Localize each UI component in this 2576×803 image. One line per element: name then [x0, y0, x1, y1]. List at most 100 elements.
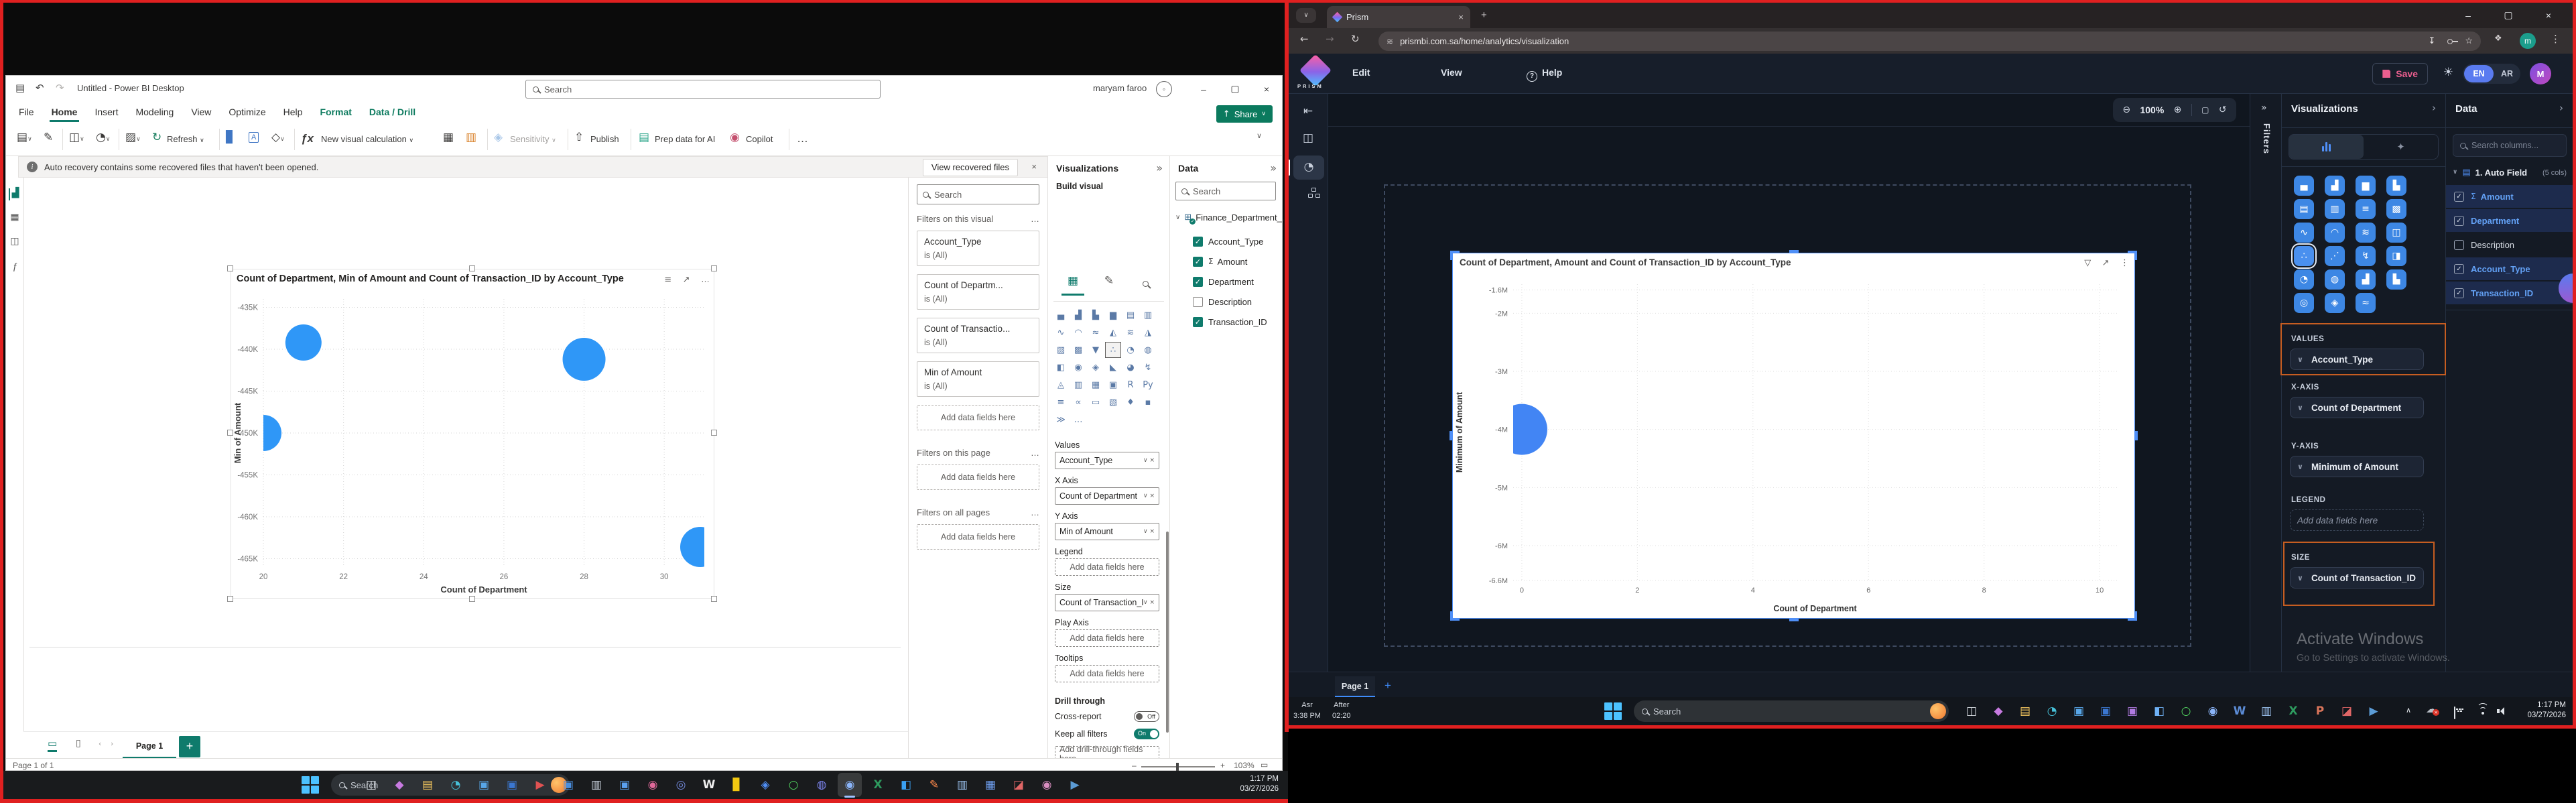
table-view-icon[interactable]: ▦: [9, 212, 21, 225]
taskbar-icon-file-explorer[interactable]: ▤: [2013, 699, 2037, 723]
taskbar-icon-notepad-classic[interactable]: ▥: [584, 773, 608, 797]
close-notice-icon[interactable]: ×: [1031, 162, 1037, 172]
taskbar-icon-paint[interactable]: ✎: [922, 773, 946, 797]
copilot-icon[interactable]: ◉: [730, 132, 740, 143]
collapse-sidebar-icon[interactable]: ⇤: [1300, 106, 1316, 122]
minimize-button[interactable]: –: [1188, 76, 1219, 103]
filter-card[interactable]: Count of Departm...is (All): [917, 274, 1039, 310]
taskbar-icon-file-explorer[interactable]: ▤: [415, 773, 440, 797]
visual-type-icon[interactable]: ≈: [2356, 293, 2376, 313]
minimize-button[interactable]: –: [2453, 3, 2484, 28]
reload-icon[interactable]: ↻: [1351, 34, 1360, 44]
taskbar-icon-whatsapp[interactable]: ○: [781, 773, 806, 797]
page-tab[interactable]: Page 1: [1335, 676, 1375, 698]
visual-type-icon[interactable]: ▥: [1140, 307, 1156, 323]
visual-type-icon[interactable]: ◍: [1140, 342, 1156, 358]
visual-type-icon[interactable]: ↯: [1140, 359, 1156, 375]
visual-type-icon[interactable]: ▩: [2386, 199, 2406, 219]
well-values[interactable]: ∨Account_Type: [2290, 349, 2424, 370]
visual-type-icon[interactable]: ▤: [2294, 199, 2314, 219]
visual-type-icon[interactable]: ◕: [1122, 359, 1139, 375]
dashboard-icon[interactable]: ◫: [1300, 133, 1316, 149]
menu-data-drill[interactable]: Data / Drill: [361, 103, 424, 123]
user-avatar[interactable]: M: [2530, 63, 2551, 84]
taskbar-icon-copilot-2[interactable]: ◉: [1035, 773, 1059, 797]
save-button[interactable]: Save: [2372, 63, 2428, 84]
back-icon[interactable]: ←: [1300, 34, 1309, 44]
visual-type-icon[interactable]: Py: [1140, 377, 1156, 393]
visual-type-icon[interactable]: ▆: [2356, 176, 2376, 196]
visual-type-icon[interactable]: ≋: [1122, 324, 1139, 341]
tab-charts[interactable]: [2289, 135, 2364, 159]
taskbar-icon-excel[interactable]: X: [866, 773, 890, 797]
well-legend[interactable]: Add data fields here: [2290, 509, 2424, 531]
visual-type-icon[interactable]: ↯: [2356, 246, 2376, 266]
well-size[interactable]: ∨Count of Transaction_ID: [2290, 567, 2424, 589]
mobile-layout-icon[interactable]: ▯: [76, 739, 81, 748]
visual-type-icon[interactable]: ◬: [1053, 377, 1069, 393]
visual-type-icon[interactable]: ▦: [1088, 377, 1104, 393]
add-data-fields-dropzone[interactable]: Add data fields here: [917, 524, 1039, 550]
taskbar-icon-microsoft-store[interactable]: ▣: [2067, 699, 2091, 723]
taskbar-icon-word[interactable]: W: [2228, 699, 2252, 723]
taskbar-icon-discord[interactable]: ◎: [669, 773, 693, 797]
taskbar-icon-edge[interactable]: ◔: [444, 773, 468, 797]
taskbar-icon-onenote[interactable]: ▣: [2120, 699, 2144, 723]
visual-type-icon[interactable]: ◈: [1088, 359, 1104, 375]
taskbar-icon-outlook-new[interactable]: ▣: [613, 773, 637, 797]
taskbar-icon-powerpoint[interactable]: P: [2308, 699, 2332, 723]
page-tab[interactable]: Page 1: [123, 735, 176, 759]
data-search-input[interactable]: Search: [1175, 182, 1276, 200]
visual-type-icon[interactable]: ◔: [2294, 269, 2314, 290]
well-size[interactable]: Count of Transaction_ID∨ ×: [1055, 594, 1159, 611]
paste-icon[interactable]: ▤∨: [17, 132, 32, 143]
publish-label[interactable]: Publish: [590, 134, 619, 144]
menu-help[interactable]: Help: [275, 103, 312, 123]
taskbar-icon-power-bi[interactable]: ▊: [725, 773, 749, 797]
taskbar-icon-snipping-tool[interactable]: ◪: [1007, 773, 1031, 797]
close-button[interactable]: ×: [1251, 76, 1282, 103]
get-data-icon[interactable]: ◫∨: [69, 132, 84, 143]
copilot-label[interactable]: Copilot: [746, 134, 773, 144]
visual-type-icon[interactable]: R: [1122, 377, 1139, 393]
refresh-icon[interactable]: ↻: [152, 132, 162, 143]
taskbar-icon-chrome[interactable]: ◉: [838, 773, 862, 797]
desktop-layout-icon[interactable]: ▭: [48, 739, 57, 752]
visual-type-icon[interactable]: ≡: [2356, 199, 2376, 219]
visual-type-icon[interactable]: ≡: [1053, 394, 1069, 410]
visual-type-icon[interactable]: ⋰: [2325, 246, 2345, 266]
visualization-nav-active[interactable]: ◔: [1293, 156, 1324, 180]
new-page-button[interactable]: +: [179, 736, 200, 757]
menu-insert[interactable]: Insert: [86, 103, 127, 123]
format-painter-icon[interactable]: ✎: [44, 132, 53, 143]
visual-type-icon[interactable]: ◠: [2325, 223, 2345, 243]
taskbar-icon-media-player[interactable]: ▶: [1063, 773, 1087, 797]
tab-format-visual[interactable]: ✎: [1098, 275, 1120, 296]
tab-build-visual[interactable]: ▦: [1061, 275, 1084, 296]
taskbar-icon-teams[interactable]: ◍: [810, 773, 834, 797]
menu-modeling[interactable]: Modeling: [127, 103, 182, 123]
close-tab-icon[interactable]: ×: [1458, 12, 1464, 22]
well-tooltips[interactable]: Add data fields here: [1055, 665, 1159, 682]
taskbar-icon-vscode[interactable]: ◧: [894, 773, 918, 797]
taskbar-icon-snipping-tool[interactable]: ◪: [2335, 699, 2359, 723]
quick-measure-icon[interactable]: ▥: [466, 132, 476, 143]
visual-type-icon[interactable]: ◔: [1122, 342, 1139, 358]
new-visual-calc-label[interactable]: New visual calculation ∨: [321, 134, 413, 144]
browser-tab[interactable]: Prism ×: [1327, 6, 1470, 28]
expand-filters-icon[interactable]: »: [2261, 103, 2267, 113]
start-button[interactable]: [1603, 701, 1623, 721]
visual-type-icon[interactable]: ◠: [1070, 324, 1086, 341]
tab-smart-suggest[interactable]: ✦: [2364, 135, 2438, 159]
collapse-panel-icon[interactable]: ›: [2559, 103, 2563, 113]
restore-button[interactable]: ▢: [2493, 3, 2524, 28]
filter-card[interactable]: Account_Typeis (All): [917, 231, 1039, 266]
taskbar-icon-microsoft-store[interactable]: ▣: [472, 773, 496, 797]
user-name[interactable]: maryam faroo: [1093, 83, 1147, 93]
taskbar-icon-youtube[interactable]: ▶: [528, 773, 552, 797]
visual-type-icon[interactable]: ▪: [1140, 394, 1156, 410]
taskbar-icon-edge[interactable]: ◔: [2040, 699, 2064, 723]
new-visual-icon[interactable]: ▊: [226, 132, 235, 143]
visual-calc-icon[interactable]: ƒx: [301, 132, 314, 145]
dax-query-view-icon[interactable]: ƒ: [9, 261, 21, 273]
